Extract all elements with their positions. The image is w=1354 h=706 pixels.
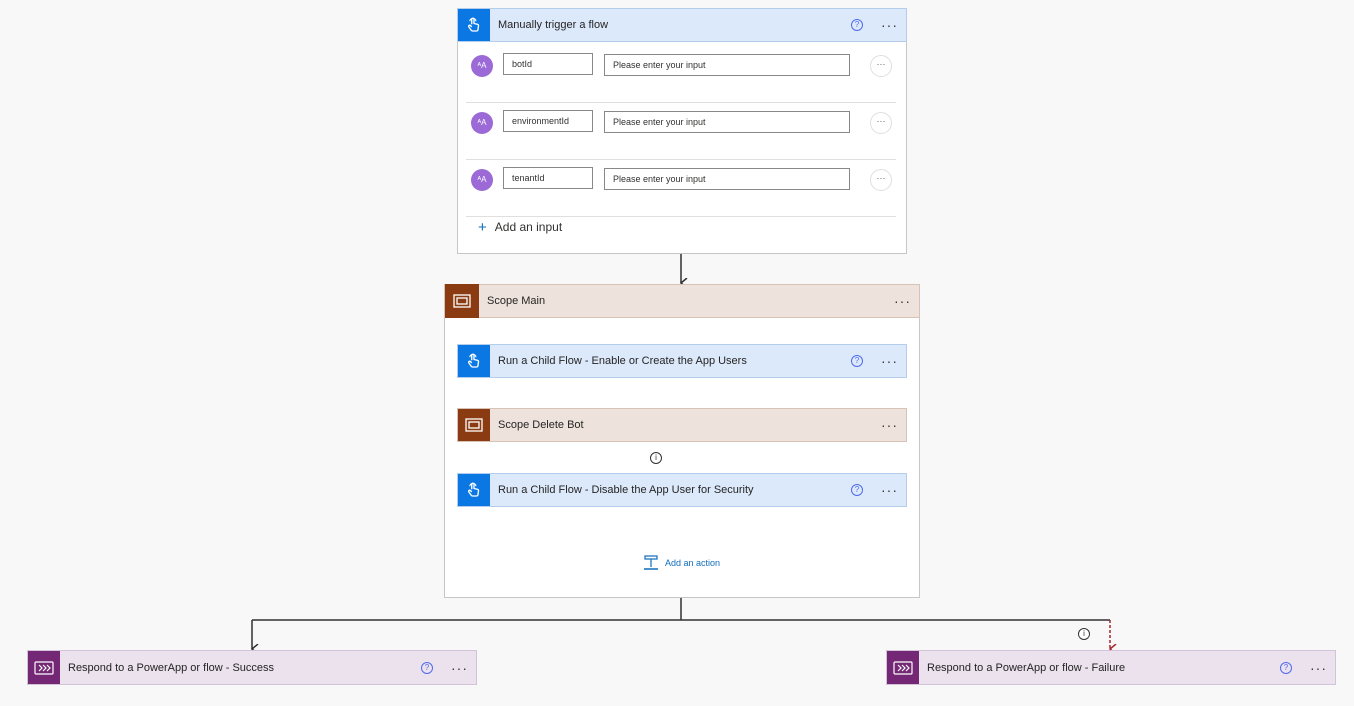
scope-icon	[445, 284, 479, 318]
text-type-icon: ᴬA	[471, 112, 493, 134]
scope-icon	[458, 409, 490, 441]
power-apps-icon	[887, 651, 919, 684]
input-row-environmentid: ᴬA environmentId Please enter your input…	[458, 104, 906, 160]
child-flow-disable-user-card[interactable]: Run a Child Flow - Disable the App User …	[457, 473, 907, 507]
input-name-field[interactable]: botId	[503, 53, 593, 75]
respond-success-title: Respond to a PowerApp or flow - Success	[68, 661, 275, 674]
touch-hand-icon	[458, 345, 490, 377]
help-icon[interactable]: ?	[851, 355, 863, 367]
respond-failure-title: Respond to a PowerApp or flow - Failure	[927, 661, 1126, 674]
text-type-icon: ᴬA	[471, 169, 493, 191]
more-options-icon[interactable]: ···	[881, 354, 898, 368]
add-input-label: Add an input	[494, 220, 563, 234]
trigger-header[interactable]: Manually trigger a flow ? ···	[457, 8, 907, 42]
help-icon[interactable]: ?	[851, 19, 863, 31]
scope-main-title: Scope Main	[487, 295, 546, 307]
child-flow-enable-users-card[interactable]: Run a Child Flow - Enable or Create the …	[457, 344, 907, 378]
touch-hand-icon	[458, 474, 490, 506]
step-title: Scope Delete Bot	[498, 419, 584, 431]
text-type-icon: ᴬA	[471, 55, 493, 77]
help-icon[interactable]: ?	[1280, 661, 1292, 674]
run-after-info-icon[interactable]: i	[650, 452, 662, 464]
more-options-icon[interactable]: ···	[451, 661, 468, 675]
touch-hand-icon	[458, 9, 490, 41]
help-icon[interactable]: ?	[421, 661, 433, 674]
scope-delete-bot-card[interactable]: Scope Delete Bot ···	[457, 408, 907, 442]
input-row-botid: ᴬA botId Please enter your input ···	[458, 47, 906, 103]
divider	[466, 102, 896, 103]
more-options-icon[interactable]: ···	[881, 483, 898, 497]
help-icon[interactable]: ?	[851, 484, 863, 496]
trigger-card: Manually trigger a flow ? ··· ᴬA botId P…	[457, 8, 907, 254]
more-options-icon[interactable]: ···	[870, 55, 892, 77]
more-options-icon[interactable]: ···	[1310, 661, 1327, 675]
add-action-button[interactable]: Add an action	[643, 555, 720, 571]
more-options-icon[interactable]: ···	[870, 169, 892, 191]
step-title: Run a Child Flow - Enable or Create the …	[498, 355, 747, 367]
input-value-field[interactable]: Please enter your input	[604, 54, 850, 76]
input-value-field[interactable]: Please enter your input	[604, 111, 850, 133]
scope-main-card: Scope Main ··· Run a Child Flow - Enable…	[444, 284, 920, 598]
plus-icon: +	[478, 218, 487, 236]
more-options-icon[interactable]: ···	[894, 294, 911, 308]
add-input-button[interactable]: + Add an input	[478, 217, 562, 237]
more-options-icon[interactable]: ···	[881, 418, 898, 432]
step-title: Run a Child Flow - Disable the App User …	[498, 484, 754, 496]
run-after-info-icon[interactable]: i	[1078, 628, 1090, 640]
input-value-field[interactable]: Please enter your input	[604, 168, 850, 190]
more-options-icon[interactable]: ···	[881, 18, 898, 32]
input-name-field[interactable]: environmentId	[503, 110, 593, 132]
power-apps-icon	[28, 651, 60, 684]
input-name-field[interactable]: tenantId	[503, 167, 593, 189]
scope-main-header[interactable]: Scope Main ···	[444, 284, 920, 318]
divider	[466, 159, 896, 160]
respond-success-card[interactable]: Respond to a PowerApp or flow - Success …	[27, 650, 477, 685]
trigger-title: Manually trigger a flow	[498, 19, 609, 31]
add-action-label: Add an action	[665, 558, 721, 568]
more-options-icon[interactable]: ···	[870, 112, 892, 134]
input-row-tenantid: ᴬA tenantId Please enter your input ···	[458, 161, 906, 217]
insert-action-icon	[644, 555, 658, 570]
respond-failure-card[interactable]: Respond to a PowerApp or flow - Failure …	[886, 650, 1336, 685]
